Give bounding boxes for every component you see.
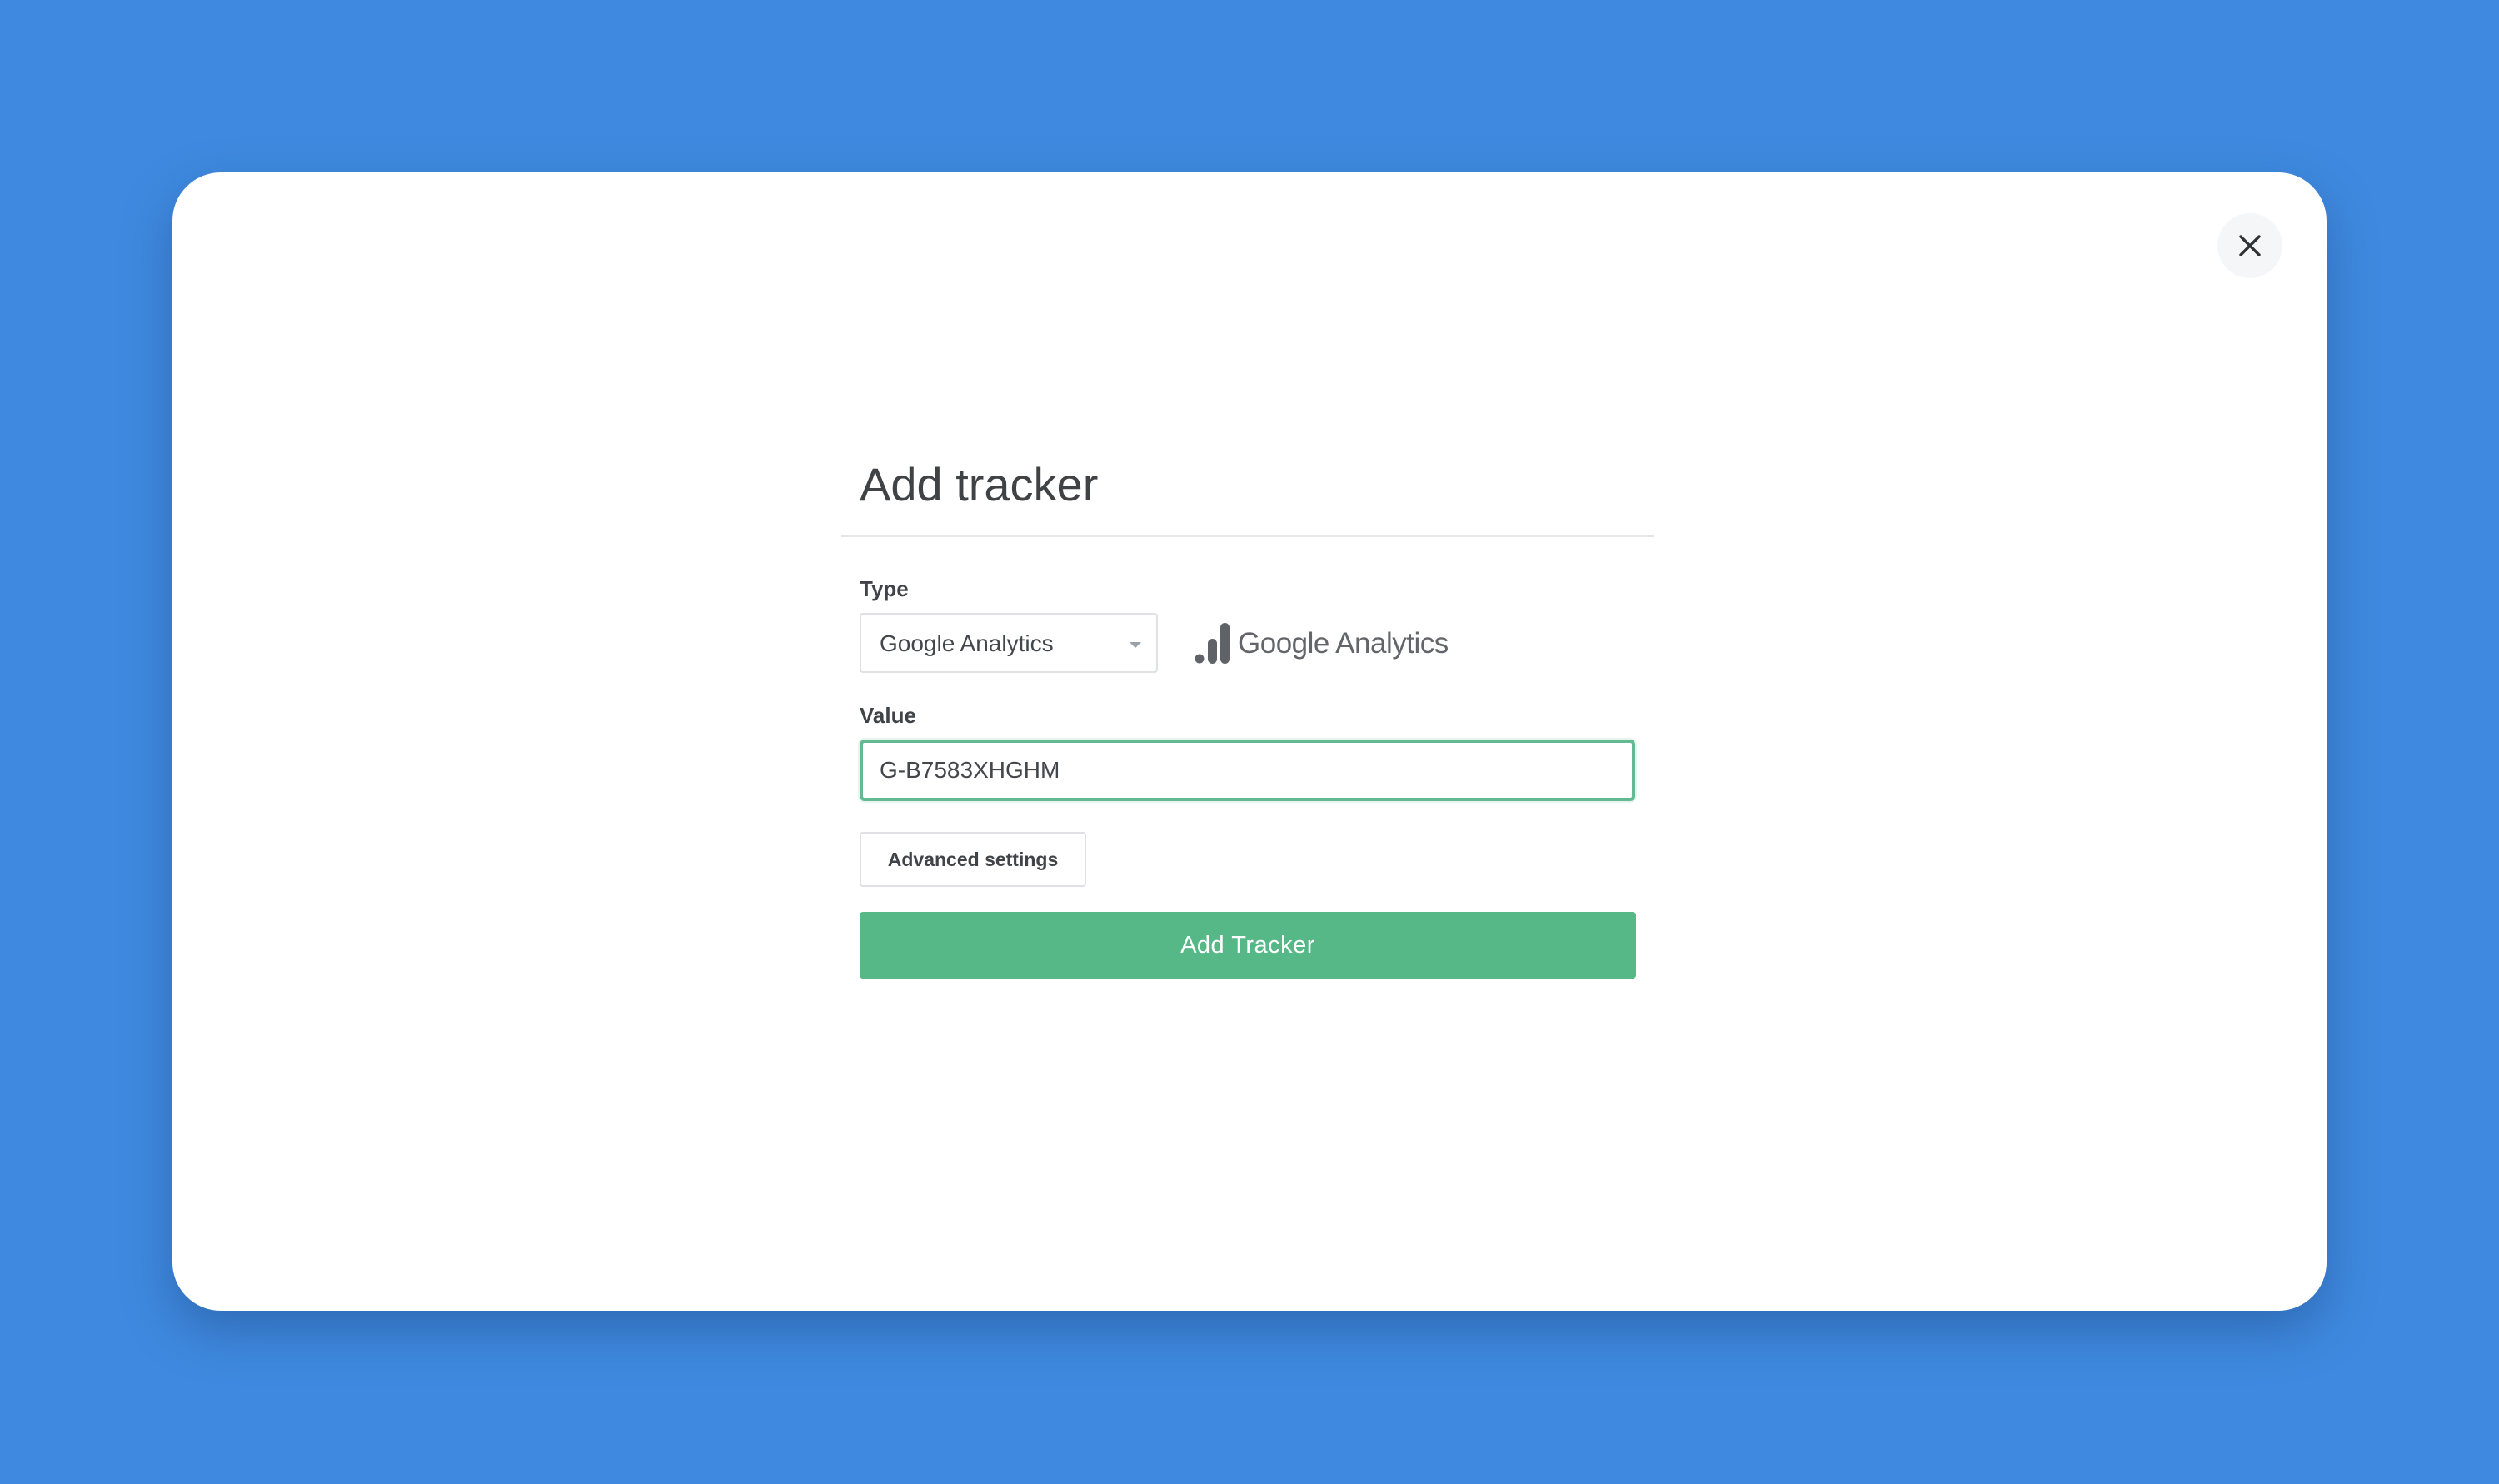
type-select[interactable]: Google Analytics [860,613,1158,673]
google-analytics-logo: Google Analytics [1195,623,1449,665]
title-divider [841,535,1654,537]
advanced-settings-button[interactable]: Advanced settings [860,832,1086,887]
close-icon [2239,235,2261,256]
dialog-title: Add tracker [860,458,1099,510]
add-tracker-button[interactable]: Add Tracker [860,912,1636,979]
logo-brand: Google [1238,627,1329,660]
type-select-value: Google Analytics [880,630,1054,656]
type-label: Type [860,576,909,601]
google-analytics-logo-text: Google Analytics [1238,627,1449,660]
tracker-value-input[interactable] [860,740,1635,801]
close-button[interactable] [2217,213,2282,278]
caret-down-icon [1130,642,1141,648]
google-analytics-bars-icon [1195,623,1230,664]
logo-product: Analytics [1335,627,1449,660]
value-label: Value [860,703,916,728]
